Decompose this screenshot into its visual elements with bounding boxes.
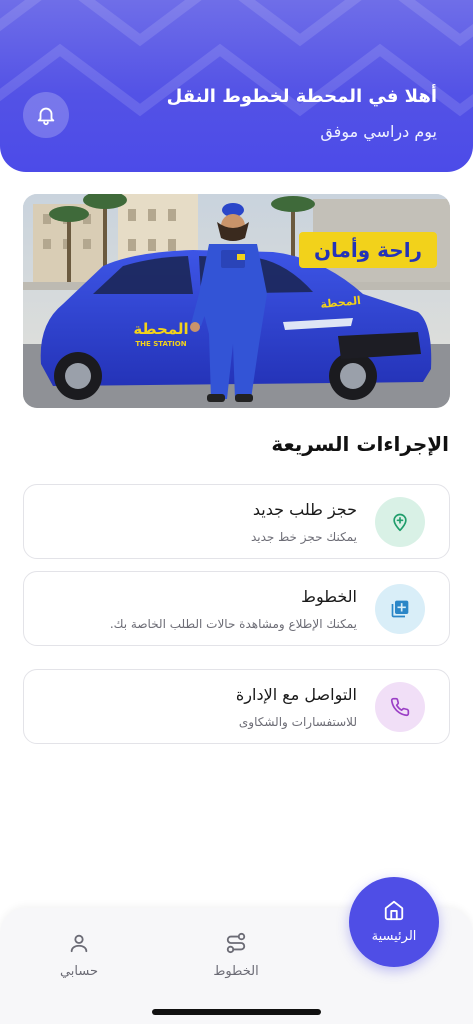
nav-home-label: الرئيسية xyxy=(371,929,417,944)
banner-slogan: راحة وأمان xyxy=(314,236,422,262)
new-request-title: حجز طلب جديد xyxy=(252,500,357,519)
contact-admin-title: التواصل مع الإدارة xyxy=(235,685,357,704)
notifications-button[interactable] xyxy=(23,92,69,138)
nav-routes-label: الخطوط xyxy=(213,964,259,979)
routes-subtitle: يمكنك الإطلاع ومشاهدة حالات الطلب الخاصة… xyxy=(109,617,357,631)
new-request-subtitle: يمكنك حجز خط جديد xyxy=(250,530,357,544)
library-add-icon xyxy=(391,600,409,618)
routes-card[interactable]: الخطوط يمكنك الإطلاع ومشاهدة حالات الطلب… xyxy=(23,571,450,646)
car-logo-en: THE STATION xyxy=(135,340,186,348)
contact-icon-circle xyxy=(375,682,425,732)
header: أهلا في المحطة لخطوط النقل يوم دراسي موف… xyxy=(0,0,473,172)
welcome-subtitle: يوم دراسي موفق xyxy=(320,122,437,141)
location-plus-icon xyxy=(393,513,407,532)
promo-banner[interactable]: المحطة THE STATION المحطة راحة وأمان xyxy=(23,194,450,408)
user-icon xyxy=(70,934,88,953)
quick-actions-title: الإجراءات السريعة xyxy=(271,432,449,456)
routes-icon-circle xyxy=(375,584,425,634)
nav-account[interactable]: حسابي xyxy=(34,932,124,979)
route-icon xyxy=(226,932,246,954)
home-icon xyxy=(384,900,404,921)
bell-icon xyxy=(37,107,55,126)
nav-routes[interactable]: الخطوط xyxy=(191,932,281,979)
welcome-title: أهلا في المحطة لخطوط النقل xyxy=(166,86,437,107)
nav-home-button[interactable]: الرئيسية xyxy=(349,877,439,967)
home-indicator xyxy=(152,1009,321,1015)
new-request-icon-circle xyxy=(375,497,425,547)
routes-title: الخطوط xyxy=(301,587,357,606)
contact-admin-subtitle: للاستفسارات والشكاوى xyxy=(238,715,357,729)
phone-icon xyxy=(390,697,410,717)
new-request-card[interactable]: حجز طلب جديد يمكنك حجز خط جديد xyxy=(23,484,450,559)
contact-admin-card[interactable]: التواصل مع الإدارة للاستفسارات والشكاوى xyxy=(23,669,450,744)
nav-account-label: حسابي xyxy=(59,964,99,979)
car-logo-ar: المحطة xyxy=(133,320,188,338)
banner-image: المحطة THE STATION المحطة راحة وأمان xyxy=(23,194,450,408)
